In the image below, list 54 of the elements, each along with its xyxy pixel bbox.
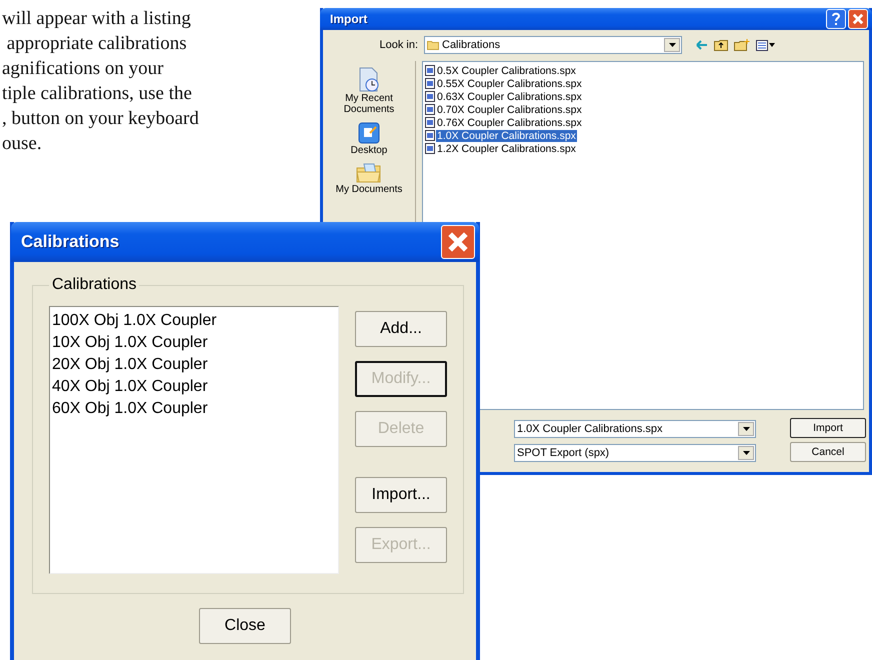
back-icon[interactable] xyxy=(696,40,708,50)
file-item[interactable]: 0.76X Coupler Calibrations.spx xyxy=(436,116,583,128)
file-icon xyxy=(425,117,435,128)
close-button[interactable] xyxy=(848,9,868,29)
file-item[interactable]: 0.5X Coupler Calibrations.spx xyxy=(436,64,577,76)
instruction-paragraph: will appear with a listing appropriate calibrations agnifications on your tiple calibrations, use the , button on your keyboard ouse. xyxy=(2,7,200,156)
clock-document-icon xyxy=(357,67,381,93)
dialog-button[interactable]: Add... xyxy=(355,311,447,347)
caret-icon xyxy=(668,43,676,47)
close-button[interactable] xyxy=(441,225,475,259)
caret-icon xyxy=(742,451,750,455)
file-name-field[interactable]: 1.0X Coupler Calibrations.spx xyxy=(514,420,756,438)
group-label: Calibrations xyxy=(51,276,138,294)
close-icon xyxy=(851,12,865,26)
place-label[interactable]: Desktop xyxy=(334,145,404,156)
dropdown-button[interactable] xyxy=(738,446,754,460)
file-item[interactable]: 0.55X Coupler Calibrations.spx xyxy=(436,78,583,90)
folder-icon xyxy=(356,162,382,184)
window-title: Calibrations xyxy=(21,232,120,252)
help-button[interactable] xyxy=(826,9,846,29)
new-folder-icon[interactable] xyxy=(734,39,750,51)
folder-icon xyxy=(427,40,439,50)
list-item[interactable]: 100X Obj 1.0X Coupler xyxy=(52,310,336,332)
window-title: Import xyxy=(330,12,368,26)
file-icon xyxy=(425,91,435,102)
list-item[interactable]: 40X Obj 1.0X Coupler xyxy=(52,376,336,398)
place-label[interactable]: My Documents xyxy=(334,184,404,195)
list-item[interactable]: 20X Obj 1.0X Coupler xyxy=(52,354,336,376)
file-icon xyxy=(425,143,435,154)
place-label[interactable]: My Recent Documents xyxy=(334,93,404,115)
desktop-icon xyxy=(357,121,381,145)
look-in-dropdown[interactable]: Calibrations xyxy=(424,36,682,54)
file-icon xyxy=(425,130,435,141)
look-in-label: Look in: xyxy=(379,39,418,51)
file-item[interactable]: 0.70X Coupler Calibrations.spx xyxy=(436,104,583,116)
close-dialog-button[interactable]: Close xyxy=(199,608,291,644)
file-icon xyxy=(425,104,435,115)
dropdown-button[interactable] xyxy=(738,422,754,436)
up-folder-icon[interactable] xyxy=(714,39,728,51)
file-item[interactable]: 1.0X Coupler Calibrations.spx xyxy=(436,130,577,142)
file-type-dropdown[interactable]: SPOT Export (spx) xyxy=(514,444,756,462)
list-item[interactable]: 60X Obj 1.0X Coupler xyxy=(52,398,336,420)
file-item[interactable]: 1.2X Coupler Calibrations.spx xyxy=(436,142,577,154)
file-item[interactable]: 0.63X Coupler Calibrations.spx xyxy=(436,90,583,102)
view-menu-icon[interactable] xyxy=(756,40,776,50)
file-icon xyxy=(425,78,435,89)
list-item[interactable]: 10X Obj 1.0X Coupler xyxy=(52,332,336,354)
dialog-button[interactable]: Import... xyxy=(355,477,447,513)
dialog-button[interactable]: Import xyxy=(790,418,866,438)
dropdown-button[interactable] xyxy=(664,38,680,52)
help-icon xyxy=(831,12,841,26)
file-icon xyxy=(425,65,435,76)
caret-icon xyxy=(742,427,750,431)
dialog-button[interactable]: Cancel xyxy=(790,442,866,462)
